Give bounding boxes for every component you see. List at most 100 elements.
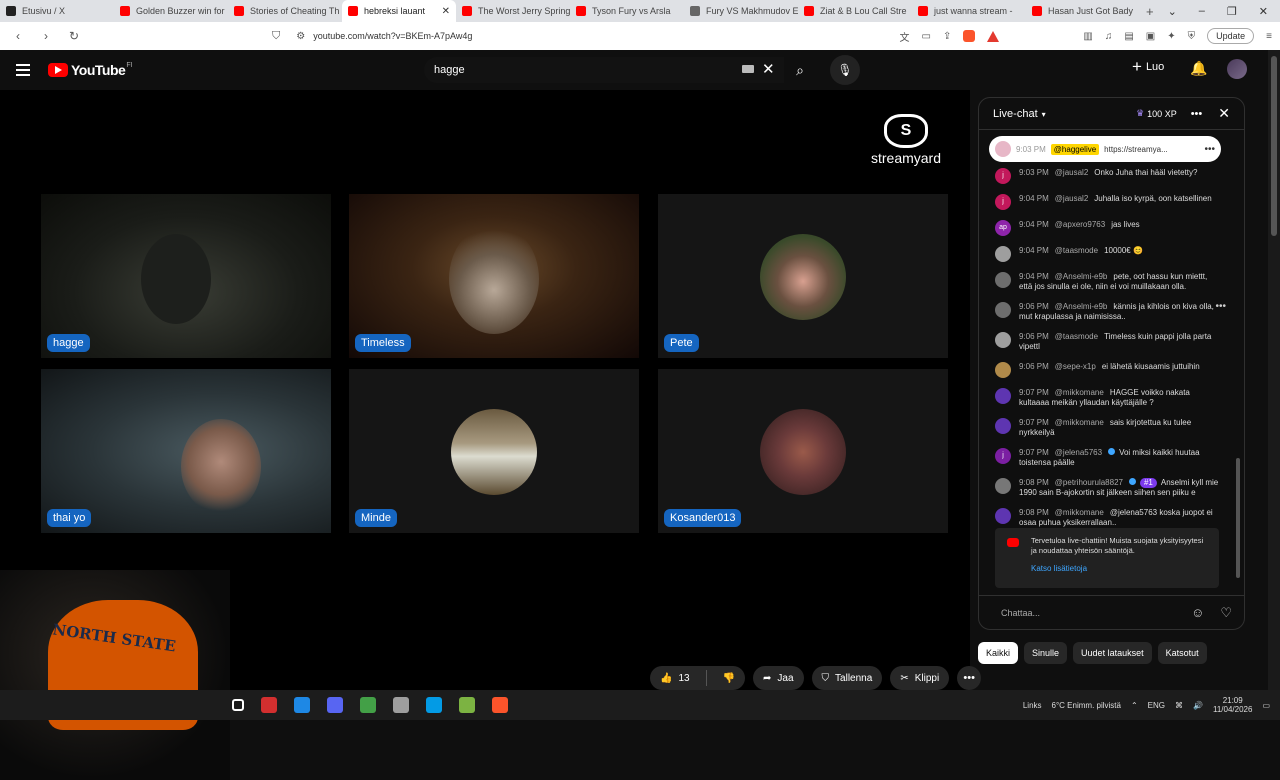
avatar[interactable] (995, 246, 1011, 262)
pinned-more-icon[interactable]: ••• (1204, 144, 1215, 155)
sidebar-toggle-icon[interactable]: ▥ (1083, 31, 1092, 42)
message-author[interactable]: @petrihourula8827 (1055, 478, 1123, 487)
like-button[interactable]: 👍 13 (650, 666, 700, 690)
browser-tab[interactable]: The Worst Jerry Spring (456, 0, 570, 22)
message-author[interactable]: @haggelive (1050, 143, 1100, 155)
avatar[interactable] (995, 418, 1011, 434)
filter-chip[interactable]: Uudet lataukset (1073, 642, 1152, 664)
create-button[interactable]: + Luo (1132, 58, 1164, 75)
site-info-icon[interactable]: ⚙ (296, 31, 305, 42)
dislike-button[interactable]: 👎 (713, 666, 745, 690)
avatar[interactable] (995, 332, 1011, 348)
vpn-icon[interactable]: ⛨ (1188, 31, 1196, 42)
back-icon[interactable]: ‹ (8, 29, 28, 43)
browser-tab[interactable]: Stories of Cheating Th (228, 0, 342, 22)
chat-message[interactable]: 9:07 PM @mikkomane sais kirjotettua ku tul… (979, 418, 1234, 438)
search-input[interactable]: hagge ✕ (424, 57, 784, 83)
save-button[interactable]: ⛉ Tallenna (811, 666, 883, 690)
clear-search-icon[interactable]: ✕ (762, 60, 775, 78)
network-icon[interactable]: ⌘ (1175, 701, 1183, 710)
message-author[interactable]: @apxero9763 (1055, 220, 1105, 229)
clock[interactable]: 21:09 11/04/2026 (1213, 696, 1252, 714)
address-bar[interactable]: ⛉ ⚙ youtube.com/watch?v=BKEm-A7pAw4g (272, 30, 472, 43)
browser-tab[interactable]: Hasan Just Got Bady (1026, 0, 1140, 22)
chat-more-icon[interactable]: ••• (1191, 108, 1203, 120)
message-author[interactable]: @sepe-x1p (1055, 362, 1096, 371)
chat-mode-dropdown[interactable]: Live-chat ▾ (993, 108, 1046, 120)
minimize-icon[interactable]: – (1199, 5, 1205, 18)
avatar[interactable] (995, 272, 1011, 288)
media-icon[interactable]: ♫ (1105, 31, 1113, 42)
notifications-bell-icon[interactable]: 🔔 (1190, 60, 1207, 77)
maximize-icon[interactable]: ❐ (1227, 5, 1237, 18)
avatar[interactable] (995, 302, 1011, 318)
game-icon[interactable] (459, 697, 475, 713)
browser-tab[interactable]: Fury VS Makhmudov E (684, 0, 798, 22)
message-author[interactable]: @jausal2 (1055, 168, 1088, 177)
page-scrollbar[interactable] (1268, 50, 1280, 690)
heart-icon[interactable]: ♡ (1220, 605, 1232, 621)
links-toolbar[interactable]: Links (1023, 701, 1042, 710)
filter-chip[interactable]: Sinulle (1024, 642, 1068, 664)
notification-center-icon[interactable]: ▭ (1262, 701, 1270, 710)
video-player[interactable]: S streamyard hagge Timeless Pete thai yo… (0, 90, 970, 780)
guide-menu-icon[interactable] (16, 64, 30, 79)
learn-more-link[interactable]: Katso lisätietoja (1031, 564, 1209, 574)
volume-icon[interactable]: 🔊 (1193, 701, 1203, 710)
spotify-icon[interactable] (360, 697, 376, 713)
brave-shield-icon[interactable] (963, 30, 976, 42)
voice-search-button[interactable]: 🎙 (830, 55, 860, 85)
browser-tab[interactable]: Golden Buzzer win for (114, 0, 228, 22)
chat-message[interactable]: 9:07 PM @mikkomane HAGGE voikko nakata kul… (979, 388, 1234, 408)
avatar[interactable]: j (995, 194, 1011, 210)
tab-search-icon[interactable]: ⌄ (1168, 5, 1177, 18)
chat-message[interactable]: 9:06 PM @taasmode Timeless kuin pappi joll… (979, 332, 1234, 352)
rewards-icon[interactable] (987, 30, 1000, 42)
emoji-icon[interactable]: ☺ (1191, 605, 1204, 620)
avatar[interactable]: ap (995, 220, 1011, 236)
language-indicator[interactable]: ENG (1148, 701, 1165, 710)
browser-tab[interactable]: Tyson Fury vs Arsla (570, 0, 684, 22)
reload-icon[interactable]: ↻ (64, 29, 84, 43)
search-query[interactable]: hagge (434, 64, 465, 76)
chat-message[interactable]: 9:08 PM @petrihourula8827 #1 Anselmi kyll m… (979, 478, 1234, 498)
message-author[interactable]: @mikkomane (1055, 418, 1104, 427)
browser-tab[interactable]: just wanna stream - (912, 0, 1026, 22)
message-author[interactable]: @Anselmi-e9b (1055, 302, 1108, 311)
browser-tab[interactable]: Ziat & B Lou Call Stre (798, 0, 912, 22)
task-view-icon[interactable] (232, 699, 244, 711)
scrollbar-thumb[interactable] (1271, 56, 1277, 236)
discord-icon[interactable] (327, 697, 343, 713)
avatar[interactable] (995, 388, 1011, 404)
translate-icon[interactable]: 文 (900, 29, 910, 44)
avatar[interactable] (995, 362, 1011, 378)
avatar[interactable]: j (995, 168, 1011, 184)
chat-message[interactable]: j 9:03 PM @jausal2 Onko Juha thai hääl viet… (979, 168, 1234, 184)
message-author[interactable]: @taasmode (1055, 246, 1098, 255)
steam-icon[interactable] (393, 697, 409, 713)
menu-icon[interactable]: ≡ (1266, 31, 1272, 42)
browser-tab[interactable]: Etusivu / X (0, 0, 114, 22)
brave-icon[interactable] (492, 697, 508, 713)
avatar[interactable] (995, 478, 1011, 494)
forward-icon[interactable]: › (36, 29, 56, 43)
youtube-logo[interactable]: YouTube FI (48, 62, 133, 78)
message-more-icon[interactable]: ••• (1215, 302, 1226, 312)
filter-chip[interactable]: Katsotut (1157, 642, 1207, 664)
chat-message[interactable]: 9:04 PM @Anselmi-e9b pete, oot hassu kun m… (979, 272, 1234, 292)
weather-widget[interactable]: 6°C Enimm. pilvistä (1052, 701, 1121, 710)
new-tab-button[interactable]: + (1146, 4, 1154, 19)
chat-message[interactable]: 9:06 PM @Anselmi-e9b kännis ja kihlois on … (979, 302, 1234, 322)
edge-icon[interactable] (426, 697, 442, 713)
xp-badge[interactable]: ♛ 100 XP (1136, 108, 1177, 119)
pinned-message[interactable]: 9:03 PM @haggelive https://streamya... •… (989, 136, 1221, 162)
message-author[interactable]: @jelena5763 (1055, 448, 1102, 457)
reading-list-icon[interactable]: ▤ (1124, 31, 1133, 42)
chat-message[interactable]: j 9:07 PM @jelena5763 Voi miksi kaikki huut… (979, 448, 1234, 468)
wallet-icon[interactable]: ▣ (1146, 31, 1155, 42)
message-author[interactable]: @Anselmi-e9b (1055, 272, 1108, 281)
opera-icon[interactable] (261, 697, 277, 713)
message-text[interactable]: https://streamya... (1104, 145, 1168, 154)
close-tab-icon[interactable]: ✕ (442, 6, 450, 17)
chat-message[interactable]: ap 9:04 PM @apxero9763 jas lives (979, 220, 1234, 236)
